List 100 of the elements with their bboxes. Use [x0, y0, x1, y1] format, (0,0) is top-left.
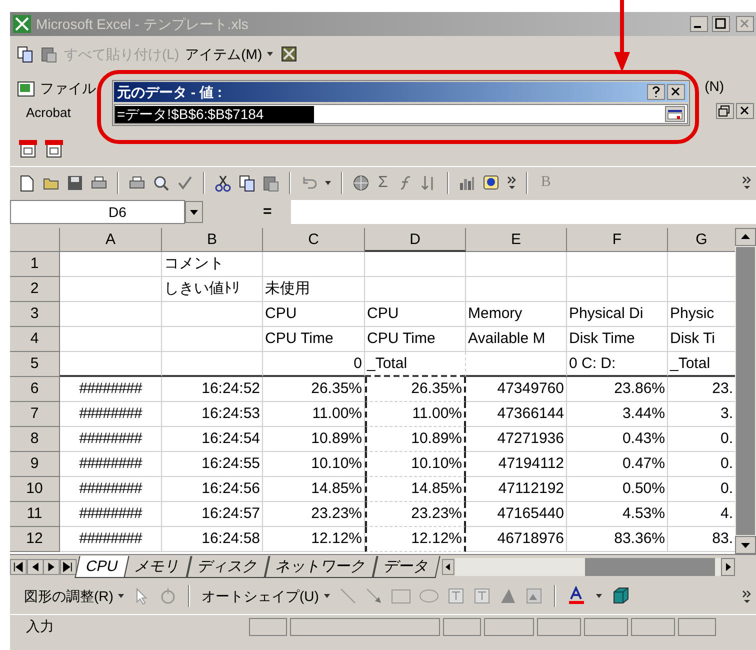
table-cell: 4.53%: [567, 502, 668, 527]
pdf-icon[interactable]: [44, 138, 64, 158]
table-cell: 12.12%: [263, 527, 365, 552]
column-header[interactable]: G: [668, 228, 735, 252]
table-cell: 0.47%: [567, 452, 668, 477]
document-icon[interactable]: [18, 174, 36, 192]
caret-icon: [322, 593, 331, 599]
copy-icon[interactable]: [238, 174, 256, 192]
collapse-dialog-icon[interactable]: [665, 106, 685, 122]
printer-icon[interactable]: [128, 174, 146, 192]
clear-icon[interactable]: [280, 45, 298, 63]
table-cell: 10.10%: [365, 452, 466, 477]
sheet-tab[interactable]: ネットワーク: [264, 556, 378, 578]
row-header[interactable]: 3: [10, 302, 60, 327]
column-header[interactable]: F: [567, 228, 668, 252]
sheet-tab[interactable]: メモリ: [124, 556, 192, 578]
window-icon[interactable]: [12, 14, 32, 34]
items-menu[interactable]: アイテム(M): [185, 44, 274, 64]
scroll-left-button[interactable]: [442, 558, 455, 576]
textbox-icon[interactable]: [446, 587, 465, 605]
paste-icon[interactable]: [40, 45, 58, 63]
menu-item[interactable]: (N): [704, 76, 754, 97]
restore-button[interactable]: [716, 103, 734, 119]
row-header[interactable]: 11: [10, 502, 60, 527]
scroll-up-button[interactable]: [735, 228, 756, 246]
paste-icon[interactable]: [262, 174, 280, 192]
3d-box-icon[interactable]: [610, 586, 631, 606]
autoshapes-menu[interactable]: オートシェイプ(U): [201, 586, 331, 606]
printer-icon[interactable]: [90, 174, 108, 192]
row-header[interactable]: 5: [10, 352, 60, 377]
maximize-button[interactable]: [712, 16, 730, 32]
caret-icon[interactable]: [594, 593, 603, 599]
table-cell: 10.89%: [365, 427, 466, 452]
previous-sheet-button[interactable]: [26, 558, 44, 576]
floppy-icon[interactable]: [66, 174, 84, 192]
row-header[interactable]: 6: [10, 377, 60, 402]
sheet-tab[interactable]: データ: [372, 556, 441, 578]
vertical-scrollbar[interactable]: [735, 228, 756, 554]
minimize-button[interactable]: [690, 16, 708, 32]
magnifier-icon[interactable]: [152, 174, 170, 192]
check-icon[interactable]: [176, 174, 194, 192]
table-cell: ########: [60, 427, 162, 452]
row-header[interactable]: 4: [10, 327, 60, 352]
row-header[interactable]: 9: [10, 452, 60, 477]
dropdown-button[interactable]: [185, 201, 203, 223]
row-header[interactable]: 1: [10, 252, 60, 277]
copy-icon[interactable]: [16, 45, 34, 63]
scroll-thumb[interactable]: [584, 558, 715, 576]
range-field[interactable]: =データ!$B$6:$B$7184: [114, 104, 688, 124]
table-cell: 23.23%: [263, 502, 365, 527]
table-cell: 0: [263, 352, 365, 377]
row-header[interactable]: 2: [10, 277, 60, 302]
sheet-tab[interactable]: ディスク: [186, 556, 270, 578]
table-cell: 10.10%: [263, 452, 365, 477]
table-cell: CPU: [365, 302, 466, 327]
pdf-icon[interactable]: [18, 138, 38, 158]
arrow-icon[interactable]: [364, 587, 383, 605]
table-cell: 16:24:53: [162, 402, 263, 427]
file-menu[interactable]: ファイル: [40, 78, 96, 99]
textbox-icon[interactable]: [472, 587, 491, 605]
chevron-icon[interactable]: [506, 175, 517, 190]
scissors-icon[interactable]: [214, 174, 232, 192]
sheet-tab[interactable]: CPU: [74, 556, 129, 578]
formula-field[interactable]: [291, 200, 756, 224]
help-button[interactable]: [647, 84, 665, 100]
globe-icon[interactable]: [352, 174, 370, 192]
caret-icon[interactable]: [324, 180, 332, 186]
close-button[interactable]: [667, 84, 685, 100]
row-header[interactable]: 10: [10, 477, 60, 502]
chevron-icon[interactable]: [741, 175, 752, 190]
help-icon[interactable]: [482, 174, 500, 192]
table-cell: 11.00%: [263, 402, 365, 427]
spreadsheet-icon[interactable]: [16, 80, 36, 98]
table-cell: ########: [60, 452, 162, 477]
table-cell: 16:24:58: [162, 527, 263, 552]
scroll-right-button[interactable]: [720, 558, 735, 576]
close-button[interactable]: [736, 103, 754, 119]
column-header[interactable]: A: [60, 228, 162, 252]
next-sheet-button[interactable]: [43, 558, 60, 576]
font-color-icon[interactable]: [566, 586, 587, 606]
last-sheet-button[interactable]: [60, 558, 77, 576]
name-box[interactable]: D6: [10, 200, 185, 224]
scroll-thumb[interactable]: [736, 247, 755, 535]
column-header[interactable]: D: [365, 228, 466, 252]
column-header[interactable]: E: [466, 228, 567, 252]
column-header[interactable]: C: [263, 228, 365, 252]
first-sheet-button[interactable]: [10, 558, 27, 576]
row-header[interactable]: 7: [10, 402, 60, 427]
column-header[interactable]: B: [162, 228, 263, 252]
row-header[interactable]: 12: [10, 527, 60, 552]
table-cell: しきい値ﾄﾘ: [162, 277, 263, 302]
draw-menu[interactable]: 図形の調整(R): [24, 586, 126, 606]
row-header[interactable]: 8: [10, 427, 60, 452]
equals-sign: =: [263, 202, 273, 222]
table-cell: コメント: [162, 252, 263, 277]
horizontal-scrollbar[interactable]: [454, 558, 735, 576]
chevron-icon[interactable]: [741, 588, 752, 604]
select-all-button[interactable]: [10, 228, 60, 252]
scroll-down-button[interactable]: [735, 536, 756, 554]
autosum-button[interactable]: Σ: [376, 170, 390, 194]
